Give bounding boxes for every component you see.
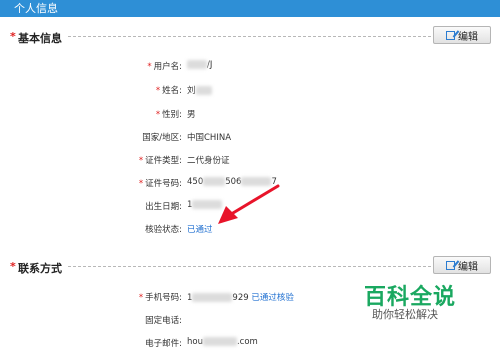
watermark-slogan: 助你轻松解决 xyxy=(372,308,438,321)
email-label: 电子邮件: xyxy=(145,339,182,349)
section-divider xyxy=(68,266,436,267)
field-email: 电子邮件: hou .com xyxy=(0,337,500,353)
contact-title: 联系方式 xyxy=(18,262,62,275)
contact-edit-button[interactable]: 编辑 xyxy=(433,256,491,274)
required-star: * xyxy=(10,260,16,273)
mobile-label: * 手机号码: xyxy=(138,293,182,303)
mobile-verified-link[interactable]: 已通过核验 xyxy=(251,293,294,303)
edit-icon xyxy=(446,260,455,270)
mobile-value: 1 929 已通过核验 xyxy=(187,293,294,303)
email-value: hou .com xyxy=(187,337,258,347)
phone-label: 固定电话: xyxy=(145,316,182,326)
edit-button-label: 编辑 xyxy=(458,261,478,273)
